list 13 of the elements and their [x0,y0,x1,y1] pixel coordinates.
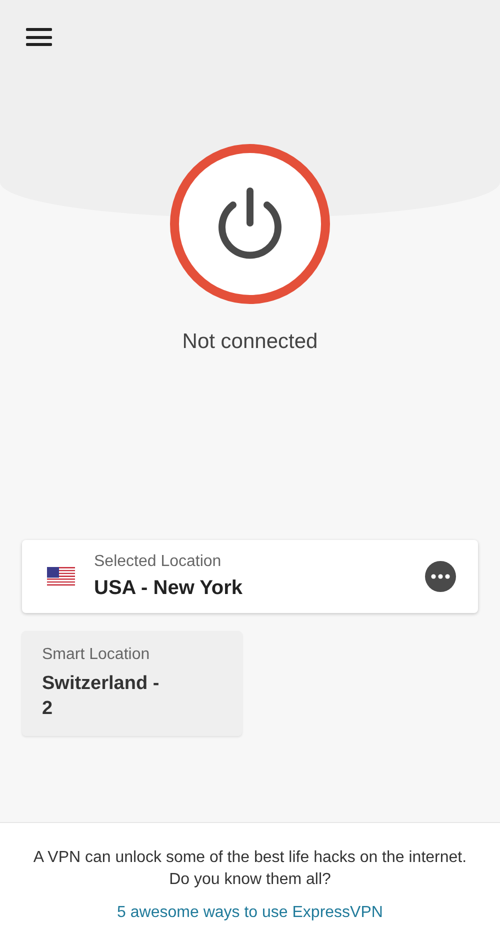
location-label: Smart Location [42,646,151,664]
smart-location-card[interactable]: Smart Location Switzerland - 2 [22,631,242,736]
more-icon [431,574,450,579]
menu-button[interactable] [26,26,52,48]
connection-status: Not connected [182,330,318,354]
flag-icon [47,566,75,586]
tips-link[interactable]: 5 awesome ways to use ExpressVPN [117,904,383,922]
location-label: Selected Location [94,553,222,571]
selected-location-card[interactable]: Selected Location USA - New York [22,540,478,613]
location-name: Switzerland - 2 [42,672,160,721]
more-options-button[interactable] [425,561,456,592]
tip-text: A VPN can unlock some of the best life hacks on the internet. Do you know them all? [32,848,468,890]
location-name: USA - New York [94,577,244,600]
